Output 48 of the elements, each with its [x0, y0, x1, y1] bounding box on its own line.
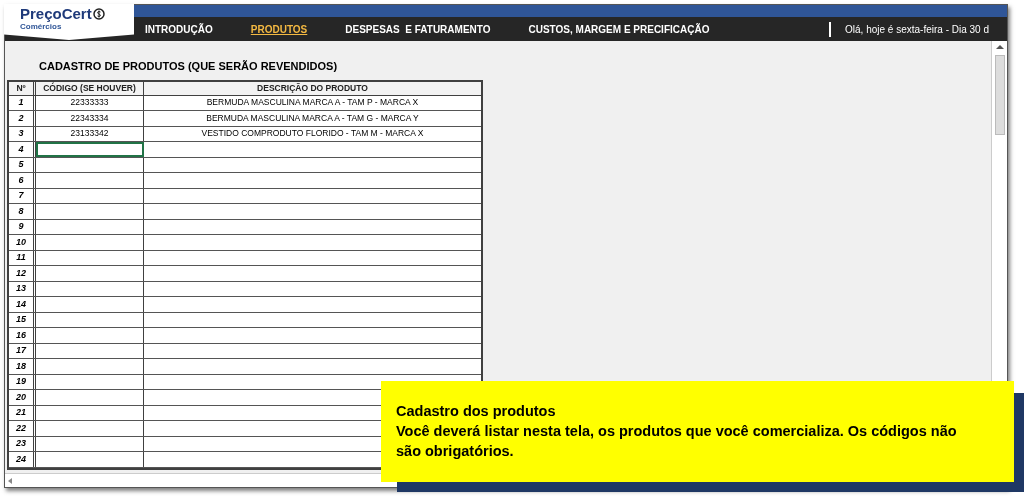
- row-number: 15: [9, 312, 36, 327]
- code-cell[interactable]: 22333333: [36, 95, 144, 110]
- description-cell[interactable]: BERMUDA MASCULINA MARCA A - TAM P - MARCA X: [144, 95, 481, 110]
- nav-tab[interactable]: INTRODUÇÃO: [145, 21, 213, 37]
- scroll-left-icon[interactable]: [8, 477, 12, 484]
- code-cell[interactable]: 22343334: [36, 111, 144, 126]
- row-number: 20: [9, 390, 36, 405]
- row-number: 2: [9, 111, 36, 126]
- logo-wordmark: PreçoCert: [20, 6, 92, 22]
- row-number: 5: [9, 157, 36, 172]
- code-cell[interactable]: 23133342: [36, 126, 144, 141]
- row-number: 8: [9, 204, 36, 219]
- scroll-up-icon[interactable]: [995, 45, 1004, 49]
- nav-tab[interactable]: DESPESAS E FATURAMENTO: [345, 21, 491, 37]
- nav-tab[interactable]: PRODUTOS: [250, 21, 308, 37]
- row-number: 24: [9, 452, 36, 467]
- row-number: 12: [9, 266, 36, 281]
- row-number: 21: [9, 405, 36, 420]
- scroll-thumb[interactable]: [994, 55, 1005, 135]
- logo-subtitle: Comércios: [20, 22, 63, 31]
- row-number: 7: [9, 188, 36, 203]
- row-number: 6: [9, 173, 36, 188]
- row-number: 16: [9, 328, 36, 343]
- dollar-coin-icon: [92, 8, 105, 20]
- row-number: 14: [9, 297, 36, 312]
- row-number: 13: [9, 281, 36, 296]
- greeting-text: Olá, hoje é sexta-feira - Dia 30 d: [845, 22, 989, 37]
- sheet-title: CADASTRO DE PRODUTOS (QUE SERÃO REVENDIDOS): [39, 59, 339, 74]
- description-cell[interactable]: BERMUDA MASCULINA MARCA A - TAM G - MARCA Y: [144, 111, 481, 126]
- row-number: 18: [9, 359, 36, 374]
- callout-title: Cadastro dos produtos: [396, 402, 557, 421]
- row-number: 22: [9, 421, 36, 436]
- row-number: 3: [9, 126, 36, 141]
- code-cell[interactable]: [36, 142, 144, 157]
- row-number: 1: [9, 95, 36, 110]
- column-header: CÓDIGO (SE HOUVER): [36, 81, 144, 95]
- column-header: Nº: [9, 81, 36, 95]
- row-number: 23: [9, 436, 36, 451]
- column-header: DESCRIÇÃO DO PRODUTO: [144, 81, 481, 95]
- row-number: 11: [9, 250, 36, 265]
- row-number: 17: [9, 343, 36, 358]
- nav-tab[interactable]: CUSTOS, MARGEM E PRECIFICAÇÃO: [528, 21, 710, 37]
- row-number: 9: [9, 219, 36, 234]
- callout-text: Você deverá listar nesta tela, os produtos que você comercializa. Os códigos não são obrigatórios.: [396, 422, 958, 461]
- row-number: 10: [9, 235, 36, 250]
- row-number: 19: [9, 374, 36, 389]
- description-cell[interactable]: VESTIDO COMPRODUTO FLORIDO - TAM M - MARCA X: [144, 126, 481, 141]
- row-number: 4: [9, 142, 36, 157]
